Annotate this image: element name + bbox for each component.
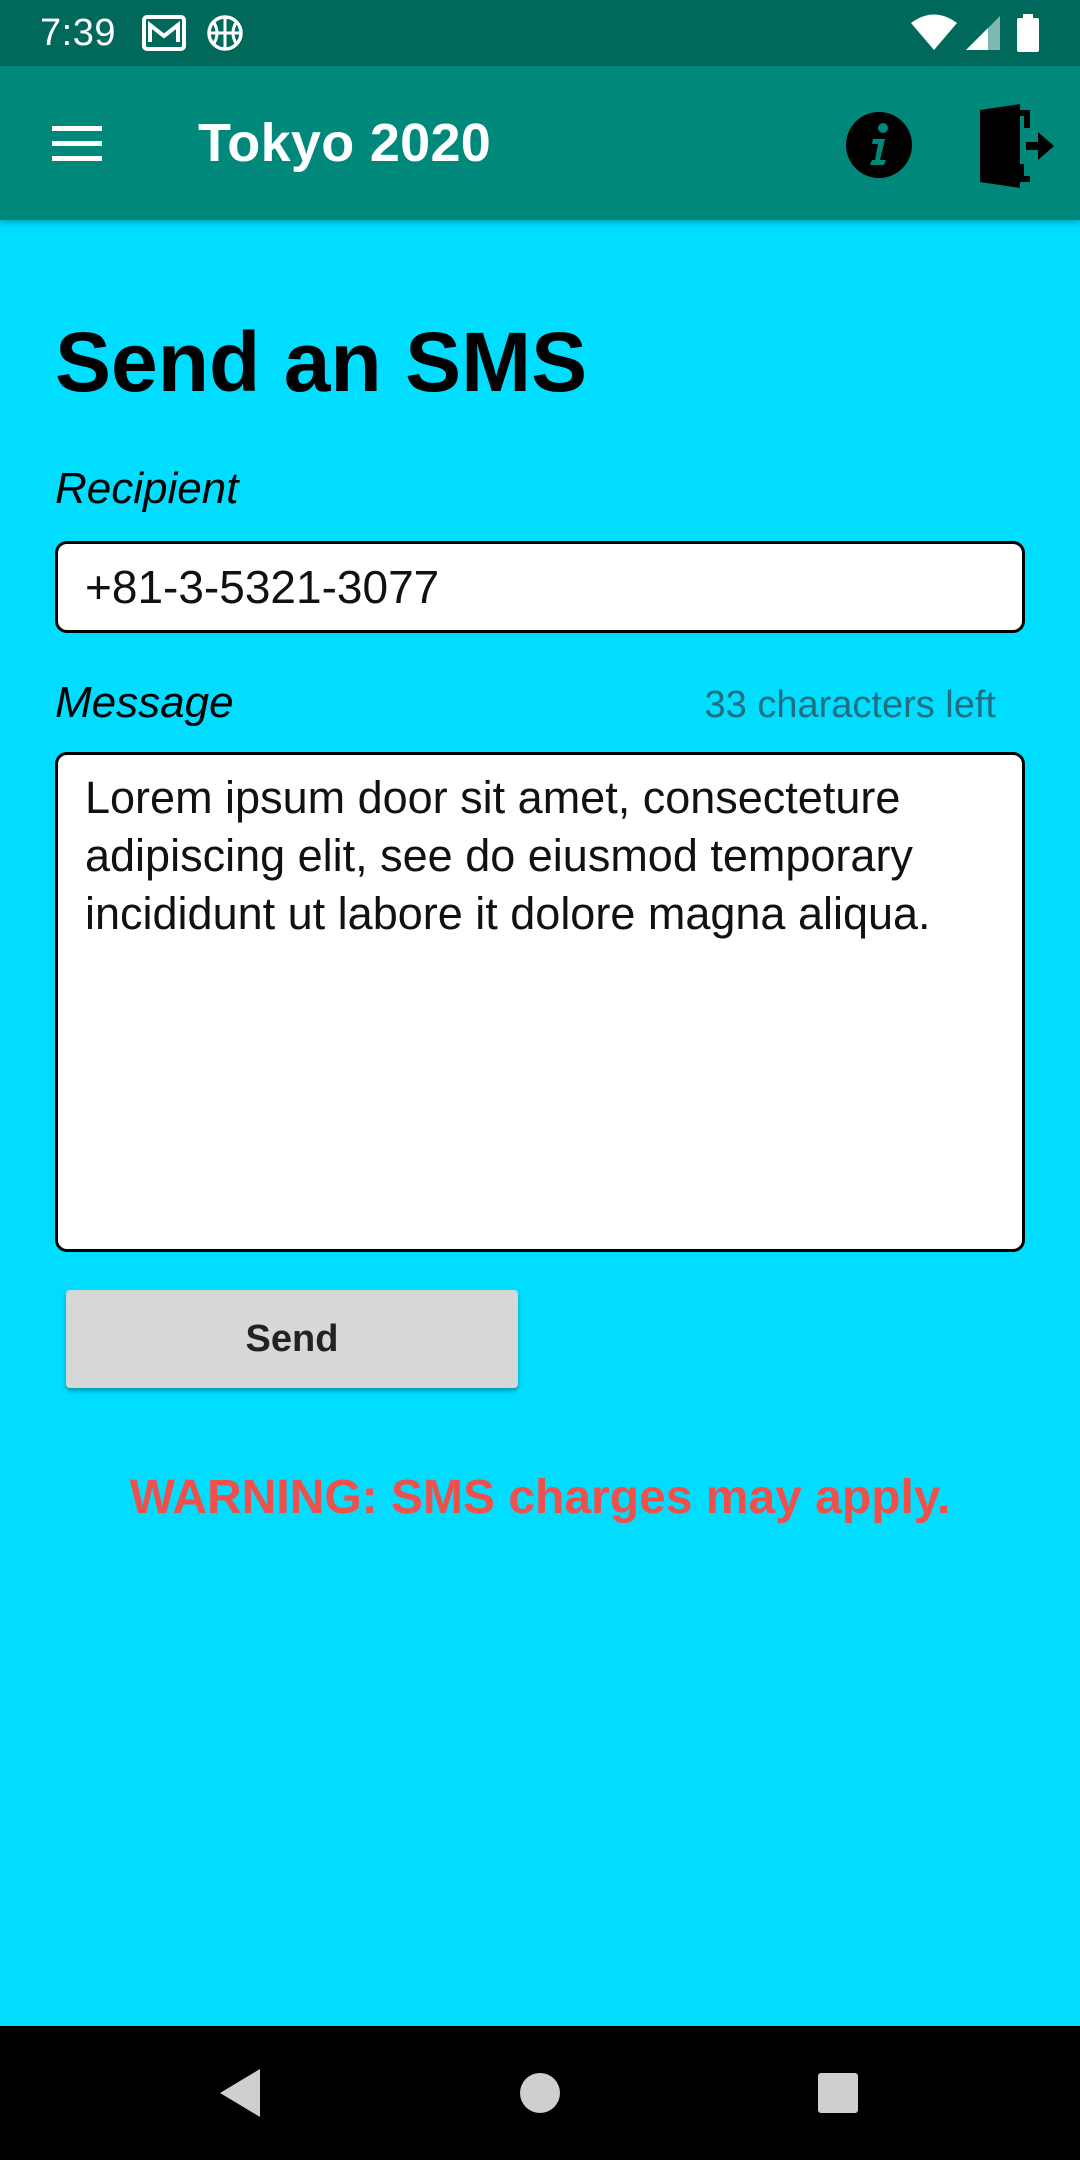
back-icon: [220, 2069, 260, 2117]
battery-icon: [1017, 14, 1039, 52]
send-button[interactable]: Send: [66, 1290, 518, 1388]
recents-button[interactable]: [798, 2053, 878, 2133]
exit-door-icon: [980, 104, 1054, 188]
recipient-input[interactable]: [55, 541, 1025, 633]
home-button[interactable]: [500, 2053, 580, 2133]
app-title: Tokyo 2020: [198, 113, 492, 173]
menu-button[interactable]: [38, 110, 114, 176]
status-time: 7:39: [40, 12, 116, 54]
recents-icon: [818, 2073, 858, 2113]
gmail-icon: [142, 15, 186, 51]
characters-left-counter: 33 characters left: [704, 684, 996, 726]
status-bar: 7:39: [0, 0, 1080, 66]
message-label: Message: [55, 678, 234, 727]
exit-button[interactable]: [976, 104, 1056, 188]
info-button[interactable]: [846, 112, 912, 178]
cell-signal-icon: [966, 16, 1000, 50]
basketball-icon: [207, 15, 243, 51]
message-input[interactable]: Lorem ipsum door sit amet, consecteture …: [55, 752, 1025, 1252]
hamburger-menu-icon: [52, 126, 102, 161]
recipient-label: Recipient: [55, 464, 239, 513]
back-button[interactable]: [200, 2053, 280, 2133]
warning-text: WARNING: SMS charges may apply.: [129, 1471, 951, 1524]
navigation-bar: [0, 2026, 1080, 2160]
info-icon: [846, 112, 912, 178]
app-bar: Tokyo 2020: [0, 66, 1080, 220]
home-icon: [520, 2073, 560, 2113]
wifi-icon: [911, 14, 957, 50]
page-title: Send an SMS: [55, 315, 588, 409]
